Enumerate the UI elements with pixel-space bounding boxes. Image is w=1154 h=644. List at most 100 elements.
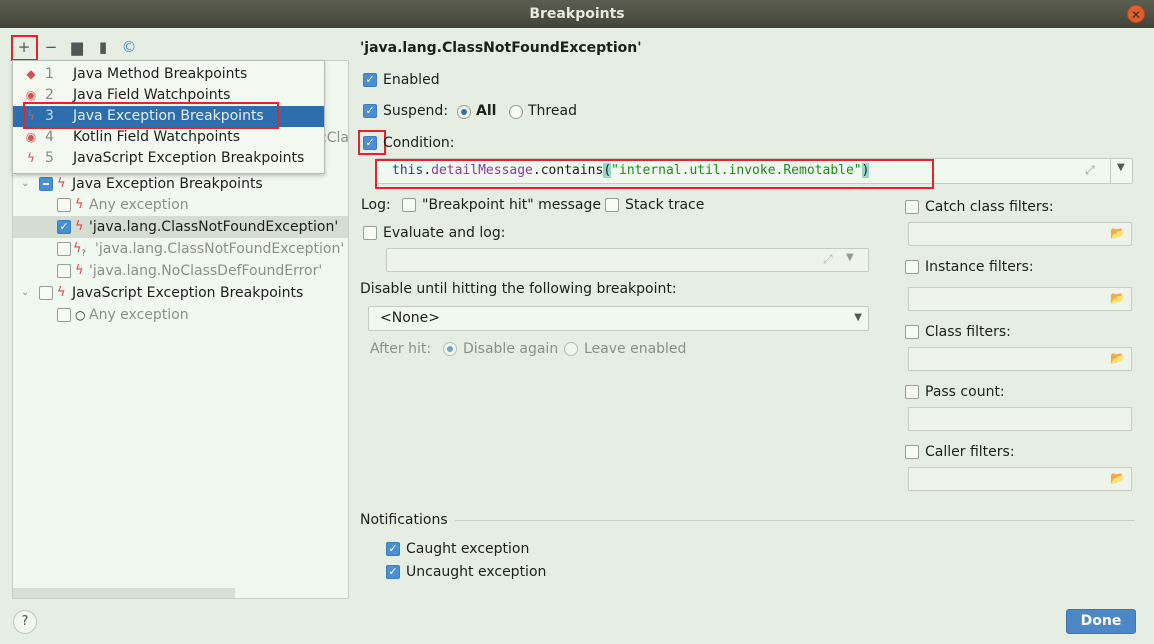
suspend-all-label: All (476, 103, 497, 119)
divider (455, 520, 1135, 521)
disable-until-label: Disable until hitting the following brea… (360, 281, 677, 297)
tree-item[interactable]: ϟ? 'java.lang.ClassNotFoundException' (13, 238, 348, 260)
stack-trace-label: Stack trace (625, 197, 705, 213)
tree-item[interactable]: ⌄ ϟ Java Exception Breakpoints (13, 173, 348, 195)
disable-again-radio[interactable] (443, 342, 457, 356)
popup-item[interactable]: ϟ 5 JavaScript Exception Breakpoints (13, 148, 324, 169)
highlight-box (358, 130, 386, 155)
catch-class-filters-checkbox[interactable] (905, 200, 919, 214)
disable-until-select[interactable]: <None> ▼ (368, 306, 869, 331)
breakpoint-title: 'java.lang.ClassNotFoundException' (360, 40, 642, 56)
checkbox[interactable] (57, 198, 71, 212)
tree-item-selected[interactable]: ✓ ϟ 'java.lang.ClassNotFoundException' (13, 216, 348, 238)
circle-icon: ○ (75, 308, 86, 322)
folder-icon[interactable]: 📂 (1110, 471, 1125, 485)
suspend-thread-radio[interactable] (509, 105, 523, 119)
folder-icon[interactable]: 📂 (1110, 226, 1125, 240)
tree-item-label: JavaScript Exception Breakpoints (72, 285, 304, 301)
uncaught-exception-label: Uncaught exception (406, 564, 547, 580)
group-package-icon[interactable]: ▮ (94, 38, 112, 56)
tree-item-label: 'java.lang.NoClassDefFoundError' (89, 263, 323, 279)
bolt-icon: ϟ (75, 197, 84, 212)
class-filters-label: Class filters: (925, 324, 1011, 340)
evaluate-log-label: Evaluate and log: (383, 225, 506, 241)
caller-filters-checkbox[interactable] (905, 445, 919, 459)
log-message-checkbox[interactable] (402, 198, 416, 212)
dropdown-arrow-icon[interactable]: ▼ (1117, 162, 1125, 173)
help-button[interactable]: ? (13, 610, 37, 634)
tree-item[interactable]: ○ Any exception (13, 304, 348, 326)
suspend-checkbox[interactable]: ✓ (363, 104, 377, 118)
tree-item[interactable]: ϟ 'java.lang.NoClassDefFoundError' (13, 260, 348, 282)
tree-item[interactable]: ϟ Any exception (13, 194, 348, 216)
dropdown-arrow-icon: ▼ (854, 312, 862, 323)
suspend-thread-label: Thread (528, 103, 577, 119)
enabled-checkbox[interactable]: ✓ (363, 73, 377, 87)
suspend-label: Suspend: (383, 103, 449, 119)
suspend-all-radio[interactable] (457, 105, 471, 119)
catch-class-filters-field[interactable]: 📂 (908, 222, 1132, 246)
log-label: Log: (361, 197, 391, 213)
condition-label: Condition: (383, 135, 455, 151)
remove-button[interactable]: − (42, 38, 60, 56)
expand-icon[interactable]: ⤢ (1085, 163, 1095, 178)
popup-item[interactable]: ◆ 1 Java Method Breakpoints (13, 64, 324, 85)
uncaught-exception-checkbox[interactable]: ✓ (386, 565, 400, 579)
enabled-label: Enabled (383, 72, 440, 88)
bolt-icon: ϟ (57, 285, 66, 300)
class-filters-field[interactable]: 📂 (908, 347, 1132, 371)
bolt-icon: ϟ (57, 176, 66, 191)
folder-icon[interactable]: 📂 (1110, 291, 1125, 305)
caller-filters-field[interactable]: 📂 (908, 467, 1132, 491)
caller-filters-label: Caller filters: (925, 444, 1015, 460)
checkbox[interactable] (57, 242, 71, 256)
notifications-heading: Notifications (360, 512, 448, 528)
window-title: Breakpoints (529, 6, 625, 22)
stack-trace-checkbox[interactable] (605, 198, 619, 212)
group-folder-icon[interactable]: ▆ (68, 38, 86, 56)
leave-enabled-radio[interactable] (564, 342, 578, 356)
diamond-icon: ◆ (26, 67, 36, 81)
tree-item-label: Any exception (89, 307, 189, 323)
leave-enabled-label: Leave enabled (584, 341, 687, 357)
pass-count-checkbox[interactable] (905, 385, 919, 399)
item-label: Kotlin Field Watchpoints (73, 129, 240, 145)
group-class-icon[interactable]: © (120, 38, 138, 56)
done-button[interactable]: Done (1066, 609, 1136, 634)
checkbox[interactable]: ✓ (57, 220, 71, 234)
expand-icon[interactable]: ⤢ (823, 252, 833, 267)
caught-exception-checkbox[interactable]: ✓ (386, 542, 400, 556)
dropdown-arrow-icon[interactable]: ▼ (846, 252, 854, 263)
close-icon[interactable]: ✕ (1127, 5, 1145, 23)
evaluate-log-checkbox[interactable] (363, 226, 377, 240)
item-label: Java Method Breakpoints (73, 66, 248, 82)
tree-item-label: Any exception (89, 197, 189, 213)
instance-filters-label: Instance filters: (925, 259, 1034, 275)
evaluate-log-field[interactable]: ⤢ ▼ (386, 248, 869, 272)
pass-count-field[interactable] (908, 407, 1132, 431)
folder-icon[interactable]: 📂 (1110, 351, 1125, 365)
disable-again-label: Disable again (463, 341, 559, 357)
instance-filters-checkbox[interactable] (905, 260, 919, 274)
horizontal-scrollbar[interactable] (13, 588, 235, 598)
checkbox[interactable] (39, 286, 53, 300)
chevron-down-icon[interactable]: ⌄ (21, 282, 29, 304)
pass-count-label: Pass count: (925, 384, 1005, 400)
checkbox[interactable] (57, 308, 71, 322)
instance-filters-field[interactable]: 📂 (908, 287, 1132, 311)
caught-exception-label: Caught exception (406, 541, 530, 557)
divider (1110, 159, 1111, 183)
highlight-box (11, 35, 38, 61)
highlight-box (375, 159, 934, 189)
highlight-box (23, 102, 279, 129)
popup-item[interactable]: ◉ 4 Kotlin Field Watchpoints (13, 127, 324, 148)
tree-item[interactable]: ⌄ ϟ JavaScript Exception Breakpoints (13, 282, 348, 304)
checkbox[interactable] (39, 177, 53, 191)
select-value: <None> (380, 310, 440, 326)
item-number: 5 (45, 150, 54, 166)
eye-icon: ◉ (25, 130, 37, 144)
after-hit-label: After hit: (370, 341, 432, 357)
chevron-down-icon[interactable]: ⌄ (21, 173, 29, 195)
checkbox[interactable] (57, 264, 71, 278)
class-filters-checkbox[interactable] (905, 325, 919, 339)
